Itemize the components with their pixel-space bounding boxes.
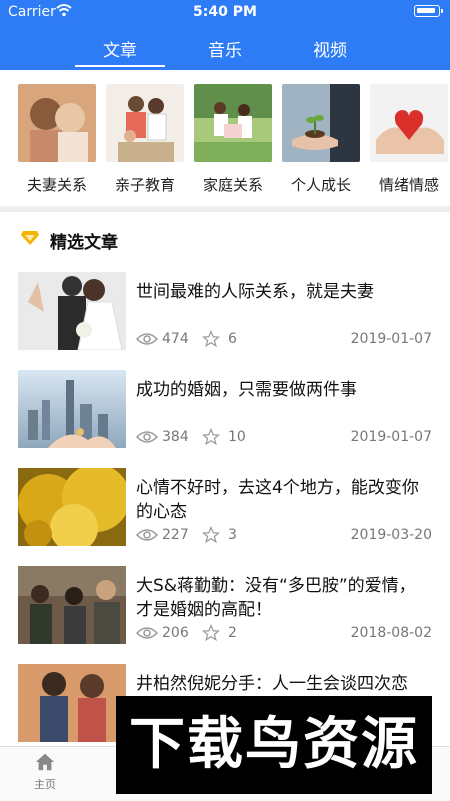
view-count: 474: [162, 331, 189, 347]
article-meta: 206 2 2018-08-02: [136, 624, 432, 644]
star-icon: [202, 428, 220, 446]
category-thumbnail: [370, 84, 448, 162]
star-count: 2: [228, 625, 237, 641]
section-divider: [0, 206, 450, 212]
diamond-icon: [21, 231, 39, 245]
article-title: 世间最难的人际关系，就是夫妻: [136, 282, 374, 302]
view-count: 206: [162, 625, 189, 641]
article-meta: 384 10 2019-01-07: [136, 428, 432, 448]
category-label: 个人成长: [290, 176, 351, 194]
category-thumbnail: [106, 84, 184, 162]
article-item[interactable]: 大S&蒋勤勤：没有“多巴胺”的爱情，才是婚姻的高配！ 206 2 2018-08…: [0, 566, 450, 664]
view-count: 384: [162, 429, 189, 445]
category-row: 夫妻关系 亲子教育 家庭关系 个人成长 情绪情感: [0, 84, 450, 194]
star-count: 6: [228, 331, 237, 347]
star-count: 3: [228, 527, 237, 543]
category-family[interactable]: 家庭关系: [194, 84, 272, 195]
nav-label: 主页: [34, 778, 56, 791]
article-item[interactable]: 心情不好时，去这4个地方，能改变你的心态 227 3 2019-03-20: [0, 468, 450, 566]
category-growth[interactable]: 个人成长: [282, 84, 360, 195]
eye-icon: [136, 333, 158, 345]
category-label: 亲子教育: [114, 176, 175, 194]
category-thumbnail: [18, 84, 96, 162]
article-title: 成功的婚姻，只需要做两件事: [136, 380, 357, 400]
star-count: 10: [228, 429, 246, 445]
category-label: 情绪情感: [378, 176, 439, 194]
article-thumbnail: [18, 664, 126, 742]
content-tabs: 文章 音乐 视频: [0, 36, 450, 67]
section-title: 精选文章: [50, 233, 118, 253]
article-item[interactable]: 成功的婚姻，只需要做两件事 384 10 2019-01-07: [0, 370, 450, 468]
watermark-banner: 下载鸟资源: [116, 696, 432, 794]
eye-icon: [136, 529, 158, 541]
star-icon: [202, 624, 220, 642]
category-label: 夫妻关系: [26, 176, 87, 194]
article-date: 2019-03-20: [350, 527, 432, 543]
category-couple[interactable]: 夫妻关系: [18, 84, 96, 195]
category-thumbnail: [194, 84, 272, 162]
article-thumbnail: [18, 566, 126, 644]
article-date: 2019-01-07: [350, 429, 432, 445]
nav-home[interactable]: 主页: [15, 751, 75, 792]
tab-music[interactable]: 音乐: [190, 36, 260, 61]
battery-icon: [414, 5, 443, 17]
article-thumbnail: [18, 468, 126, 546]
eye-icon: [136, 627, 158, 639]
category-thumbnail: [282, 84, 360, 162]
eye-icon: [136, 431, 158, 443]
tab-articles[interactable]: 文章: [75, 36, 165, 67]
app-header: Carrier 5:40 PM 文章 音乐 视频: [0, 0, 450, 70]
tab-video[interactable]: 视频: [295, 36, 365, 61]
status-bar: Carrier 5:40 PM: [0, 0, 450, 24]
star-icon: [202, 526, 220, 544]
category-parenting[interactable]: 亲子教育: [106, 84, 184, 195]
article-date: 2018-08-02: [350, 625, 432, 641]
article-meta: 227 3 2019-03-20: [136, 526, 432, 546]
home-icon: [35, 753, 55, 771]
article-thumbnail: [18, 272, 126, 350]
category-label: 家庭关系: [202, 176, 263, 194]
article-meta: 474 6 2019-01-07: [136, 330, 432, 350]
article-title: 大S&蒋勤勤：没有“多巴胺”的爱情，才是婚姻的高配！: [136, 576, 416, 620]
article-thumbnail: [18, 370, 126, 448]
star-icon: [202, 330, 220, 348]
article-item[interactable]: 世间最难的人际关系，就是夫妻 474 6 2019-01-07: [0, 272, 450, 370]
status-time: 5:40 PM: [193, 4, 257, 20]
category-emotion[interactable]: 情绪情感: [370, 84, 448, 195]
view-count: 227: [162, 527, 189, 543]
article-title: 心情不好时，去这4个地方，能改变你的心态: [136, 478, 419, 522]
article-date: 2019-01-07: [350, 331, 432, 347]
